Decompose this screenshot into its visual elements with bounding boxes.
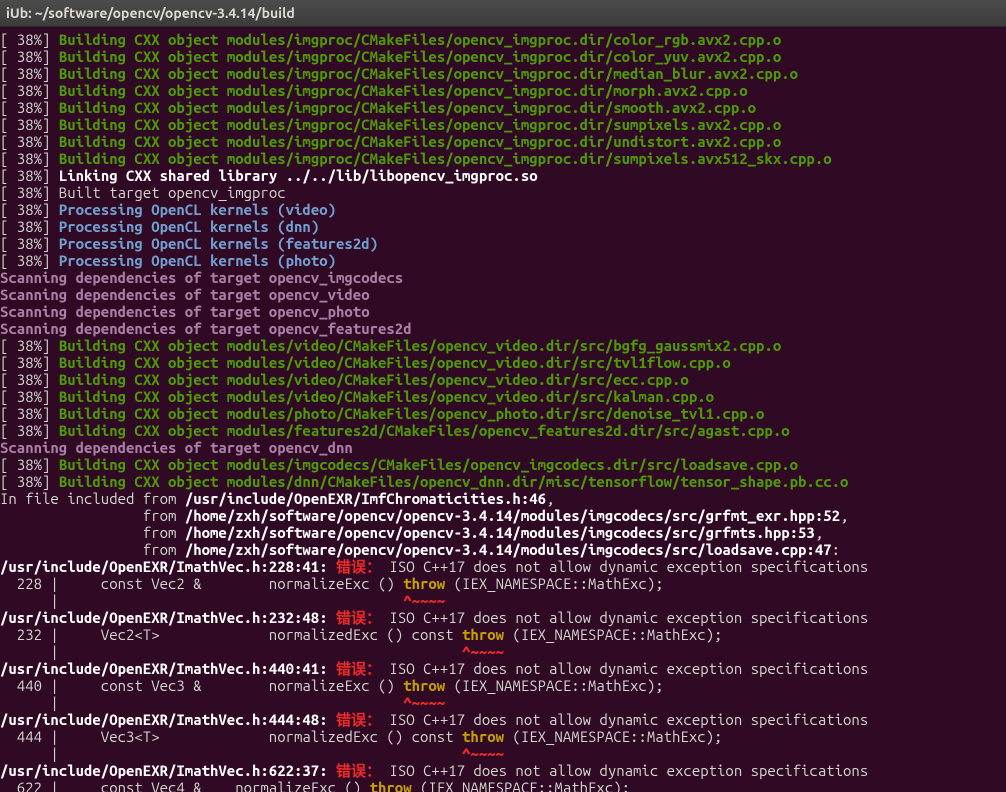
build-line: [ 38%] Building CXX object modules/imgpr…: [0, 116, 1006, 133]
error-code: 622 | const Vec4 & normalizeExc () throw…: [0, 779, 1006, 792]
build-line: [ 38%] Building CXX object modules/dnn/C…: [0, 473, 1006, 490]
opencl-line: [ 38%] Processing OpenCL kernels (photo): [0, 252, 1006, 269]
include-line: from /home/zxh/software/opencv/opencv-3.…: [0, 524, 1006, 541]
error-code: 228 | const Vec2 & normalizeExc () throw…: [0, 575, 1006, 592]
error-location: /usr/include/OpenEXR/ImathVec.h:622:37: …: [0, 762, 1006, 779]
scan-line: Scanning dependencies of target opencv_f…: [0, 320, 1006, 337]
build-line: [ 38%] Building CXX object modules/imgpr…: [0, 133, 1006, 150]
error-location: /usr/include/OpenEXR/ImathVec.h:232:48: …: [0, 609, 1006, 626]
error-location: /usr/include/OpenEXR/ImathVec.h:444:48: …: [0, 711, 1006, 728]
error-code: 444 | Vec3<T> normalizedExc () const thr…: [0, 728, 1006, 745]
build-line: [ 38%] Building CXX object modules/video…: [0, 371, 1006, 388]
build-line: [ 38%] Building CXX object modules/photo…: [0, 405, 1006, 422]
error-code: 232 | Vec2<T> normalizedExc () const thr…: [0, 626, 1006, 643]
opencl-line: [ 38%] Processing OpenCL kernels (video): [0, 201, 1006, 218]
built-line: [ 38%] Built target opencv_imgproc: [0, 184, 1006, 201]
scan-line: Scanning dependencies of target opencv_v…: [0, 286, 1006, 303]
build-line: [ 38%] Building CXX object modules/imgpr…: [0, 31, 1006, 48]
include-line: In file included from /usr/include/OpenE…: [0, 490, 1006, 507]
build-line: [ 38%] Building CXX object modules/imgco…: [0, 456, 1006, 473]
error-caret: | ^~~~~: [0, 694, 1006, 711]
build-line: [ 38%] Building CXX object modules/imgpr…: [0, 99, 1006, 116]
error-caret: | ^~~~~: [0, 592, 1006, 609]
error-location: /usr/include/OpenEXR/ImathVec.h:440:41: …: [0, 660, 1006, 677]
scan-line: Scanning dependencies of target opencv_d…: [0, 439, 1006, 456]
link-line: [ 38%] Linking CXX shared library ../../…: [0, 167, 1006, 184]
terminal-output[interactable]: [ 38%] Building CXX object modules/imgpr…: [0, 27, 1006, 792]
window-title: iUb: ~/software/opencv/opencv-3.4.14/bui…: [6, 5, 295, 22]
include-line: from /home/zxh/software/opencv/opencv-3.…: [0, 507, 1006, 524]
build-line: [ 38%] Building CXX object modules/video…: [0, 354, 1006, 371]
error-code: 440 | const Vec3 & normalizeExc () throw…: [0, 677, 1006, 694]
build-line: [ 38%] Building CXX object modules/imgpr…: [0, 150, 1006, 167]
build-line: [ 38%] Building CXX object modules/imgpr…: [0, 48, 1006, 65]
build-line: [ 38%] Building CXX object modules/imgpr…: [0, 65, 1006, 82]
error-caret: | ^~~~~: [0, 745, 1006, 762]
build-line: [ 38%] Building CXX object modules/featu…: [0, 422, 1006, 439]
include-line: from /home/zxh/software/opencv/opencv-3.…: [0, 541, 1006, 558]
window-titlebar[interactable]: iUb: ~/software/opencv/opencv-3.4.14/bui…: [0, 0, 1006, 27]
error-location: /usr/include/OpenEXR/ImathVec.h:228:41: …: [0, 558, 1006, 575]
build-line: [ 38%] Building CXX object modules/imgpr…: [0, 82, 1006, 99]
build-line: [ 38%] Building CXX object modules/video…: [0, 337, 1006, 354]
opencl-line: [ 38%] Processing OpenCL kernels (featur…: [0, 235, 1006, 252]
build-line: [ 38%] Building CXX object modules/video…: [0, 388, 1006, 405]
opencl-line: [ 38%] Processing OpenCL kernels (dnn): [0, 218, 1006, 235]
error-caret: | ^~~~~: [0, 643, 1006, 660]
scan-line: Scanning dependencies of target opencv_p…: [0, 303, 1006, 320]
scan-line: Scanning dependencies of target opencv_i…: [0, 269, 1006, 286]
